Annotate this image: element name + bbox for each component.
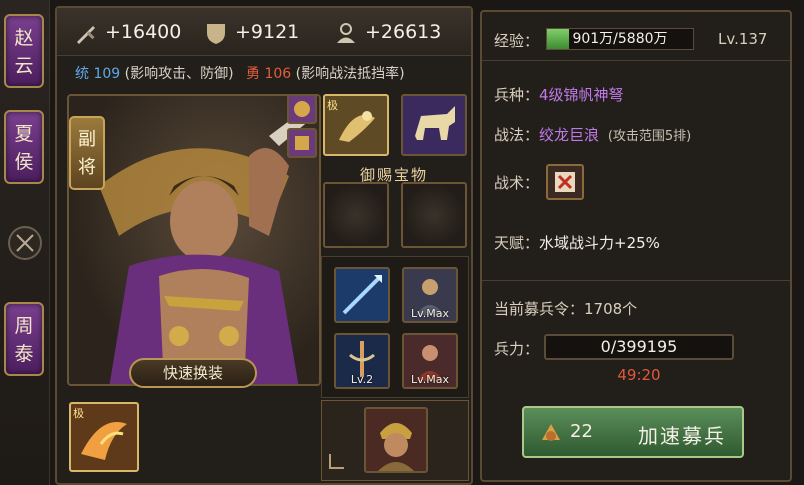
soldier-slot[interactable]: Lv.Max [402, 267, 458, 323]
tab-label: 泰 [14, 343, 34, 365]
soldier-slot[interactable]: Lv.Max [402, 333, 458, 389]
recruit-token-icon [536, 418, 566, 452]
yong-value: 106 [264, 66, 292, 82]
tab-label: 赵 [14, 27, 34, 49]
yong-desc: (影响战法抵挡率) [295, 66, 405, 82]
xp-label: 经验： [494, 32, 540, 50]
tong-desc: (影响攻击、防御) [124, 66, 234, 82]
royal-treasure-slot-empty[interactable] [401, 182, 467, 248]
art-label: 战术： [494, 174, 540, 192]
level-label: Lv.Max [410, 307, 450, 320]
divider [482, 60, 790, 61]
treasure-slot-horse[interactable] [401, 94, 467, 156]
general-tabs: 赵 云 夏 侯 周 泰 [0, 0, 50, 485]
defense-value: +9121 [235, 21, 300, 43]
commander-icon [333, 20, 359, 46]
leadership-stat: +26613 [333, 18, 441, 46]
crossed-swords-icon[interactable] [8, 226, 42, 260]
tab-label: 周 [14, 315, 34, 337]
speed-recruit-button[interactable]: 22 加速募兵 [522, 406, 744, 458]
yong-label: 勇 [246, 66, 261, 82]
talent-value: 水域战斗力+25% [539, 234, 660, 252]
tong-value: 109 [93, 66, 121, 82]
deputy-badge[interactable]: 副 将 [69, 116, 105, 190]
attack-stat: +16400 [73, 18, 181, 46]
troops-label: 兵力： [494, 340, 540, 358]
skill-slot-arrow[interactable] [334, 267, 390, 323]
tab-label: 夏 [14, 123, 34, 145]
troop-type-label: 兵种： [494, 86, 540, 104]
attack-value: +16400 [105, 21, 182, 43]
troop-type-row: 兵种：4级锦帆神弩 [494, 84, 624, 105]
recruit-timer: 49:20 [617, 366, 661, 384]
corner-arrow-icon [328, 452, 346, 474]
attribute-row: 统 109 (影响攻击、防御) 勇 106 (影响战法抵挡率) [57, 60, 471, 88]
level-label: Lv.2 [350, 373, 374, 386]
tactic-slot[interactable] [546, 164, 584, 200]
xp-bar: 901万/5880万 [546, 28, 694, 50]
tactic-desc: (攻击范围5排) [607, 129, 692, 144]
stats-row: +16400 +9121 +26613 [57, 8, 471, 56]
accessory-slot[interactable] [287, 94, 317, 124]
extreme-mark: 极 [73, 407, 84, 420]
tab-label: 云 [14, 55, 34, 77]
leadership-value: +26613 [365, 21, 442, 43]
general-frame [321, 400, 469, 481]
skill-panel: Lv.Max Lv.2 Lv.Max [321, 256, 469, 398]
hero-panel: +16400 +9121 +26613 统 109 (影响攻击、防御) 勇 10… [55, 6, 473, 485]
hero-portrait[interactable] [67, 94, 321, 386]
talent-label: 天赋： [494, 234, 540, 252]
extreme-mark: 极 [327, 99, 338, 112]
recruit-count: 22 [570, 421, 593, 442]
quick-equip-button[interactable]: 快速换装 [129, 358, 257, 388]
accessory-slot[interactable] [287, 128, 317, 158]
divider [482, 280, 790, 281]
general-avatar-slot[interactable] [364, 407, 428, 473]
tab-label: 侯 [14, 151, 34, 173]
tactic-row: 战法：绞龙巨浪 (攻击范围5排) [494, 124, 691, 145]
tab-xiahou[interactable]: 夏 侯 [4, 110, 44, 184]
troop-type-value[interactable]: 4级锦帆神弩 [539, 86, 624, 104]
skill-slot-crossbow[interactable]: Lv.2 [334, 333, 390, 389]
troops-bar: 0/399195 [544, 334, 734, 360]
tactic-label: 战法： [494, 126, 540, 144]
level-label: Lv.Max [410, 373, 450, 386]
recruit-button-label: 加速募兵 [638, 424, 726, 448]
phoenix-treasure-slot[interactable]: 极 [69, 402, 139, 472]
tong-label: 统 [75, 66, 89, 82]
xp-value: 901万/5880万 [572, 31, 668, 47]
info-panel: 经验： 901万/5880万 Lv.137 兵种：4级锦帆神弩 战法：绞龙巨浪 … [480, 10, 792, 482]
treasure-slot-mount[interactable]: 极 [323, 94, 389, 156]
tab-zhao-yun[interactable]: 赵 云 [4, 14, 44, 88]
deputy-label: 副 [78, 129, 96, 150]
shield-icon [203, 20, 229, 46]
level-value: Lv.137 [718, 30, 768, 48]
talent-row: 天赋：水域战斗力+25% [494, 232, 660, 253]
tab-zhou-tai[interactable]: 周 泰 [4, 302, 44, 376]
recruit-orders: 当前募兵令：1708个 [494, 300, 638, 318]
sword-icon [73, 20, 99, 46]
royal-treasure-slot-empty[interactable] [323, 182, 389, 248]
defense-stat: +9121 [203, 18, 299, 46]
tactic-value[interactable]: 绞龙巨浪 [539, 126, 599, 144]
deputy-label: 将 [78, 157, 96, 178]
